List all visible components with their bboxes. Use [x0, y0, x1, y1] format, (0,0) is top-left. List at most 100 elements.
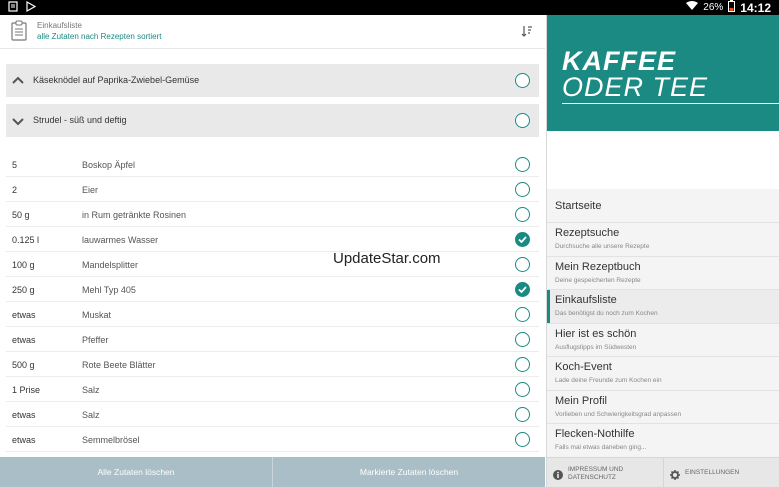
delete-all-button[interactable]: Alle Zutaten löschen — [0, 457, 272, 487]
ingredient-name: Mandelsplitter — [82, 260, 139, 270]
nav-item-label: Flecken-Nothilfe — [555, 428, 635, 440]
check-circle-icon[interactable] — [515, 232, 530, 247]
ingredient-name: in Rum getränkte Rosinen — [82, 210, 187, 220]
battery-icon — [728, 0, 736, 15]
nav-item-subtitle: Vorlieben und Schwierigkeitsgrad anpasse… — [555, 410, 682, 418]
ingredient-quantity: 2 — [12, 185, 18, 195]
empty-circle-icon[interactable] — [515, 332, 530, 347]
ingredient-quantity: 0.125 l — [12, 235, 40, 245]
empty-circle-icon[interactable] — [515, 157, 530, 172]
empty-circle-icon[interactable] — [515, 182, 530, 197]
page-title: Einkaufsliste — [37, 21, 82, 30]
chevron-up-icon[interactable] — [12, 74, 24, 86]
group-check-circle[interactable] — [515, 73, 530, 88]
app-header: Einkaufsliste alle Zutaten nach Rezepten… — [0, 15, 545, 49]
ingredient-quantity: etwas — [12, 435, 36, 445]
ingredient-row[interactable]: 2 Eier — [6, 177, 539, 202]
brand-header: KAFFEE ODER TEE — [547, 15, 779, 131]
brand-logo-line2: ODER TEE — [562, 72, 709, 102]
empty-circle-icon[interactable] — [515, 357, 530, 372]
nav-item-mein-rezeptbuch[interactable]: Mein Rezeptbuch Deine gespeicherten Rezep… — [547, 257, 779, 290]
ingredient-row[interactable]: 250 g Mehl Typ 405 — [6, 277, 539, 302]
empty-circle-icon[interactable] — [515, 307, 530, 322]
nav-item-subtitle: Deine gespeicherten Rezepte — [555, 276, 641, 284]
settings-button[interactable]: EINSTELLUNGEN — [663, 458, 779, 487]
nav-item-label: Einkaufsliste — [555, 294, 617, 306]
ingredient-name: Salz — [82, 410, 100, 420]
ingredient-quantity: 500 g — [12, 360, 35, 370]
empty-circle-icon[interactable] — [515, 432, 530, 447]
page-subtitle: alle Zutaten nach Rezepten sortiert — [37, 32, 162, 41]
ingredient-name: Salz — [82, 385, 100, 395]
ingredient-row[interactable]: 500 g Rote Beete Blätter — [6, 352, 539, 377]
nav-item-subtitle: Durchsuche alle unsere Rezepte — [555, 243, 650, 250]
impressum-label-line1: IMPRESSUM UND — [568, 466, 624, 473]
ingredient-name: Mehl Typ 405 — [82, 285, 136, 295]
ingredient-row[interactable]: 1 Prise Salz — [6, 377, 539, 402]
chevron-down-icon[interactable] — [12, 114, 24, 126]
ingredient-list: 5 Boskop Äpfel 2 Eier 50 g in Rum getränkte R… — [6, 152, 539, 477]
watermark: UpdateStar.com — [333, 250, 441, 267]
nav-item-rezeptsuche[interactable]: Rezeptsuche Durchsuche alle unsere Rezept… — [547, 223, 779, 257]
settings-label: EINSTELLUNGEN — [685, 469, 740, 476]
nav-item-subtitle: Ausflugstipps im Südwesten — [555, 343, 637, 351]
recipe-group-name: Strudel - süß und deftig — [33, 115, 127, 125]
play-store-icon — [26, 0, 37, 15]
nav-item-subtitle: Lade deine Freunde zum Kochen ein — [555, 377, 662, 384]
empty-circle-icon[interactable] — [515, 382, 530, 397]
impressum-button[interactable]: IMPRESSUM UND DATENSCHUTZ — [547, 458, 663, 487]
ingredient-name: Muskat — [82, 310, 112, 320]
ingredient-quantity: 5 — [12, 160, 18, 170]
ingredient-quantity: 1 Prise — [12, 385, 41, 395]
drawer-footer: IMPRESSUM UND DATENSCHUTZ EINSTELLUNGEN — [547, 457, 779, 487]
ingredient-row[interactable]: 100 g Mandelsplitter — [6, 252, 539, 277]
nav-item-label: Mein Rezeptbuch — [555, 260, 641, 273]
bottom-action-bar: Alle Zutaten löschen Markierte Zutaten l… — [0, 457, 545, 487]
check-circle-icon[interactable] — [515, 282, 530, 297]
ingredient-row[interactable]: etwas Salz — [6, 402, 539, 427]
recipe-groups: Käseknödel auf Paprika-Zwiebel-Gemüse St… — [6, 64, 539, 137]
battery-percent: 26% — [703, 2, 724, 13]
ingredient-quantity: 100 g — [12, 260, 35, 270]
ingredient-quantity: 50 g — [12, 210, 30, 220]
nav-item-label: Startseite — [555, 200, 602, 212]
brand-divider — [562, 103, 779, 104]
ingredient-row[interactable]: etwas Pfeffer — [6, 327, 539, 352]
ingredient-quantity: 250 g — [12, 285, 35, 295]
ingredient-quantity: etwas — [12, 410, 36, 420]
nav-item-label: Koch-Event — [555, 361, 612, 373]
recipe-group-name: Käseknödel auf Paprika-Zwiebel-Gemüse — [33, 75, 200, 85]
nav-item-flecken-nothilfe[interactable]: Flecken-Nothilfe Falls mal etwas daneben … — [547, 424, 779, 458]
ingredient-name: Pfeffer — [82, 335, 109, 345]
ingredient-quantity: etwas — [12, 310, 36, 320]
ingredient-name: Eier — [82, 185, 99, 195]
nav-item-mein-profil[interactable]: Mein Profil Vorlieben und Schwierigkeitsg… — [547, 391, 779, 424]
ingredient-row[interactable]: etwas Semmelbrösel — [6, 427, 539, 452]
impressum-label: IMPRESSUM UND DATENSCHUTZ — [568, 466, 623, 482]
sort-icon[interactable] — [521, 24, 533, 37]
empty-circle-icon[interactable] — [515, 407, 530, 422]
nav-item-koch-event[interactable]: Koch-Event Lade deine Freunde zum Kochen … — [547, 357, 779, 391]
empty-circle-icon[interactable] — [515, 207, 530, 222]
shopping-list-panel: Einkaufsliste alle Zutaten nach Rezepten… — [0, 15, 545, 487]
ingredient-row[interactable]: 50 g in Rum getränkte Rosinen — [6, 202, 539, 227]
ingredient-row[interactable]: 0.125 l lauwarmes Wasser — [6, 227, 539, 252]
delete-marked-button[interactable]: Markierte Zutaten löschen — [272, 457, 545, 487]
recipe-group-kaeseknoedel[interactable]: Käseknödel auf Paprika-Zwiebel-Gemüse — [6, 64, 539, 97]
ingredient-name: Rote Beete Blätter — [82, 360, 156, 370]
ingredient-row[interactable]: 5 Boskop Äpfel — [6, 152, 539, 177]
empty-circle-icon[interactable] — [515, 257, 530, 272]
nav-item-einkaufsliste[interactable]: Einkaufsliste Das benötigst du noch zum K… — [547, 290, 779, 324]
group-check-circle[interactable] — [515, 113, 530, 128]
gear-icon — [670, 467, 680, 480]
nav-item-label: Rezeptsuche — [555, 227, 620, 239]
nav-item-hier-ist-es-schön[interactable]: Hier ist es schön Ausflugstipps im Südwes… — [547, 324, 779, 357]
ingredient-name: lauwarmes Wasser — [82, 235, 159, 245]
nav-item-subtitle: Falls mal etwas daneben ging... — [555, 444, 647, 451]
recipe-group-strudel[interactable]: Strudel - süß und deftig — [6, 104, 539, 137]
ingredient-row[interactable]: etwas Muskat — [6, 302, 539, 327]
drawer-nav: Startseite Rezeptsuche Durchsuche alle un… — [547, 189, 779, 458]
nav-item-home[interactable]: Startseite — [547, 189, 779, 223]
status-bar: 26% 14:12 — [0, 0, 779, 15]
nav-item-label: Hier ist es schön — [555, 327, 637, 340]
